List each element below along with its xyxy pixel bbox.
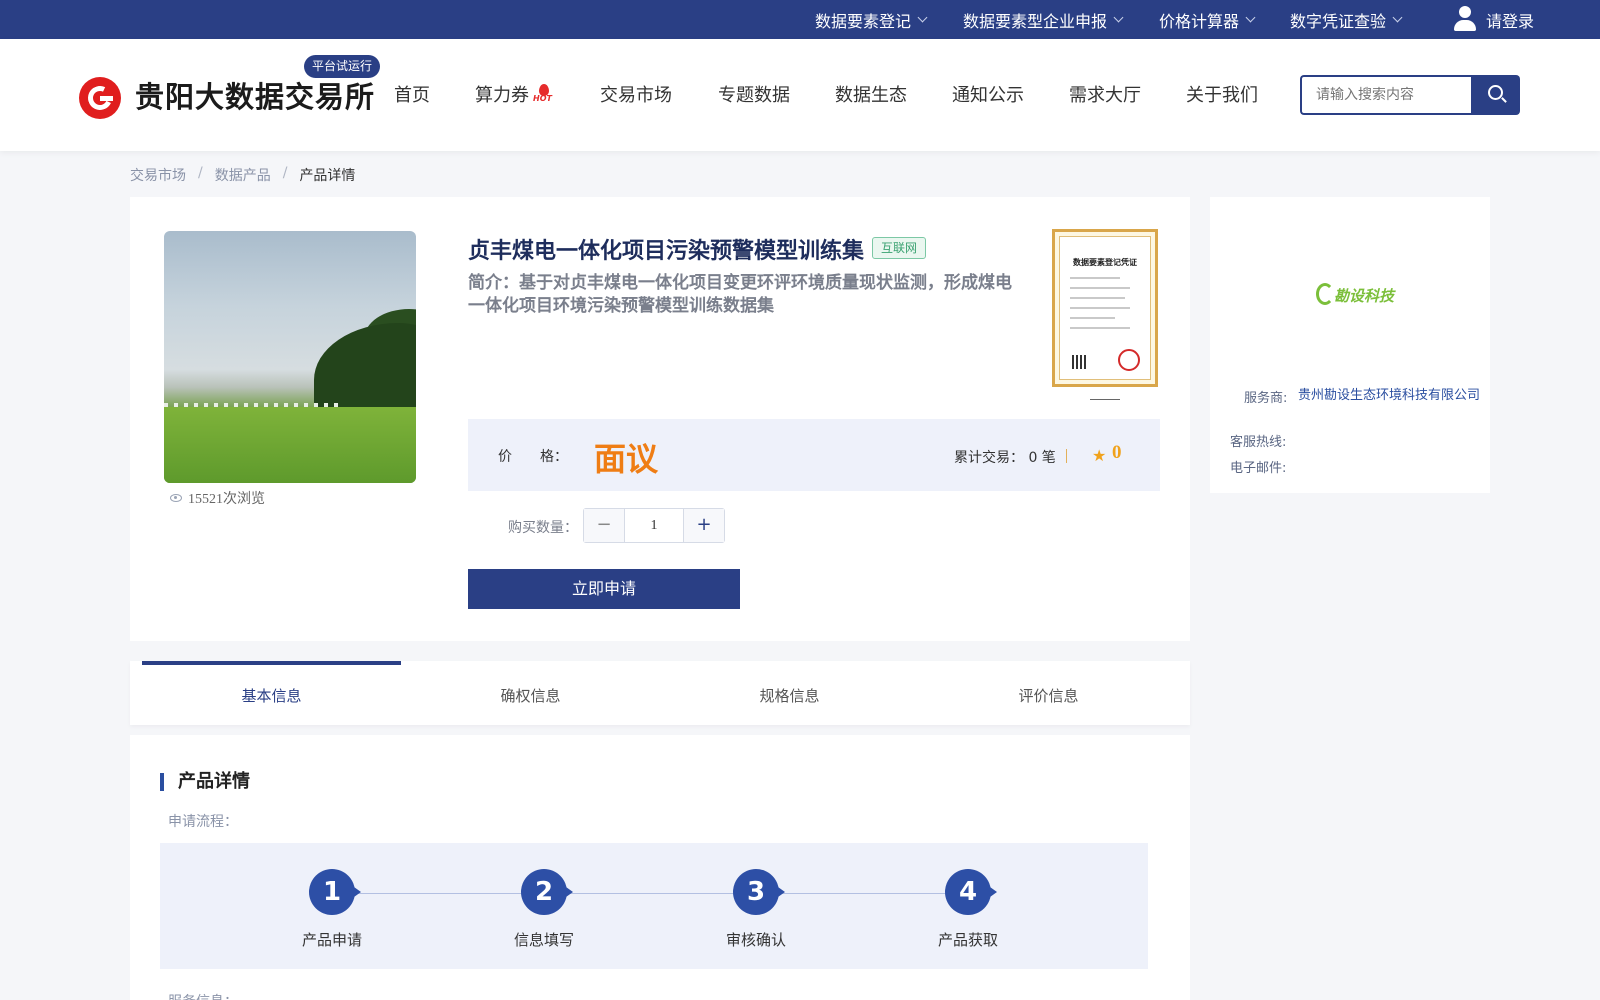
detail-tabs: 基本信息 确权信息 规格信息 评价信息 xyxy=(130,661,1190,725)
hotline-row: 客服热线: xyxy=(1210,431,1490,451)
step-number: 4 xyxy=(945,869,997,915)
breadcrumb: 交易市场 / 数据产品 / 产品详情 xyxy=(130,165,356,185)
breadcrumb-market[interactable]: 交易市场 xyxy=(130,165,186,185)
trade-count: 累计交易： 0 笔 xyxy=(954,450,1056,466)
view-count: 15521次浏览 xyxy=(170,488,265,508)
quantity-stepper: − 1 + xyxy=(583,508,725,543)
eye-icon xyxy=(170,494,182,502)
step-number: 2 xyxy=(521,869,573,915)
product-image xyxy=(164,231,416,483)
increase-button[interactable]: + xyxy=(683,509,724,542)
menu-label: 数据要素登记 xyxy=(815,11,912,31)
application-flow: 1 产品申请 2 信息填写 3 审核确认 4 产品获取 xyxy=(160,843,1148,969)
flow-step: 4 产品获取 xyxy=(908,869,1028,950)
menu-label: 数字凭证查验 xyxy=(1290,11,1387,31)
main-header: 贵阳大数据交易所 平台试运行 首页 算力券 HOT 交易市场 专题数据 数据生态… xyxy=(0,39,1600,151)
search-button[interactable] xyxy=(1471,75,1520,115)
product-card: 15521次浏览 贞丰煤电一体化项目污染预警模型训练集 互联网 简介：基于对贞丰… xyxy=(130,197,1190,641)
email-row: 电子邮件: xyxy=(1210,457,1490,477)
logo-icon[interactable] xyxy=(79,77,121,119)
search-input[interactable] xyxy=(1300,75,1471,115)
qr-code-icon xyxy=(1072,355,1086,369)
chevron-down-icon xyxy=(917,12,928,23)
provider-name[interactable]: 贵州勘设生态环境科技有限公司 xyxy=(1298,387,1484,404)
registration-certificate[interactable]: 数据要素登记凭证 xyxy=(1052,229,1158,387)
flow-label: 申请流程： xyxy=(168,814,238,830)
user-icon[interactable] xyxy=(1453,6,1477,32)
certificate-indicator xyxy=(1090,399,1120,400)
price-value: 面议 xyxy=(594,440,659,478)
flow-connector xyxy=(332,893,972,894)
step-label: 信息填写 xyxy=(513,931,574,949)
decrease-button[interactable]: − xyxy=(584,509,625,542)
tab-spec-info[interactable]: 规格信息 xyxy=(660,661,919,725)
chevron-down-icon xyxy=(1113,12,1124,23)
tab-basic-info[interactable]: 基本信息 xyxy=(142,661,401,725)
price-label: 价 格： xyxy=(498,449,568,465)
quantity-value[interactable]: 1 xyxy=(625,509,683,542)
view-count-text: 15521次浏览 xyxy=(188,492,265,507)
apply-button[interactable]: 立即申请 xyxy=(468,569,740,609)
breadcrumb-current: 产品详情 xyxy=(299,168,356,184)
seal-icon xyxy=(1118,349,1140,371)
tab-ownership-info[interactable]: 确权信息 xyxy=(401,661,660,725)
hotline-label: 客服热线: xyxy=(1230,435,1287,450)
menu-price-calculator[interactable]: 价格计算器 xyxy=(1159,0,1256,39)
tab-review-info[interactable]: 评价信息 xyxy=(919,661,1178,725)
step-number: 3 xyxy=(733,869,785,915)
step-label: 产品申请 xyxy=(301,931,362,949)
nav-market[interactable]: 交易市场 xyxy=(600,81,672,107)
site-name[interactable]: 贵阳大数据交易所 xyxy=(135,74,375,116)
service-provider-card: 勘设科技 服务商: 贵州勘设生态环境科技有限公司 客服热线: 电子邮件: xyxy=(1210,197,1490,493)
menu-label: 价格计算器 xyxy=(1159,11,1240,31)
provider-logo-text: 勘设科技 xyxy=(1334,287,1395,305)
service-info-label: 服务信息： xyxy=(168,991,238,1000)
certificate-title: 数据要素登记凭证 xyxy=(1073,258,1137,267)
menu-label: 数据要素型企业申报 xyxy=(963,11,1108,31)
provider-logo: 勘设科技 xyxy=(1210,229,1490,369)
step-label: 产品获取 xyxy=(937,931,998,949)
hot-icon: HOT xyxy=(533,84,555,104)
hot-label: HOT xyxy=(533,94,552,103)
section-heading: 产品详情 xyxy=(160,773,250,791)
step-label: 审核确认 xyxy=(725,931,786,949)
quantity-label: 购买数量： xyxy=(508,520,578,536)
login-label: 请登录 xyxy=(1486,11,1535,31)
email-label: 电子邮件: xyxy=(1230,461,1287,476)
provider-label: 服务商: xyxy=(1244,391,1288,406)
product-description: 简介：基于对贞丰煤电一体化项目变更环评环境质量现状监测，形成煤电一体化项目环境污… xyxy=(468,273,1012,316)
nav-notices[interactable]: 通知公示 xyxy=(952,81,1024,107)
breadcrumb-data-products[interactable]: 数据产品 xyxy=(215,165,271,185)
nav-about[interactable]: 关于我们 xyxy=(1186,81,1258,107)
nav-compute-voucher[interactable]: 算力券 xyxy=(475,81,529,107)
rating-value: 0 xyxy=(1112,442,1122,463)
category-tag: 互联网 xyxy=(872,237,927,259)
nav-ecosystem[interactable]: 数据生态 xyxy=(835,81,907,107)
chevron-down-icon xyxy=(1392,12,1403,23)
flow-step: 2 信息填写 xyxy=(484,869,604,950)
menu-enterprise-apply[interactable]: 数据要素型企业申报 xyxy=(963,0,1124,39)
nav-topic-data[interactable]: 专题数据 xyxy=(718,81,790,107)
menu-voucher-check[interactable]: 数字凭证查验 xyxy=(1290,0,1403,39)
top-bar: 数据要素登记 数据要素型企业申报 价格计算器 数字凭证查验 请登录 xyxy=(0,0,1600,39)
trial-badge: 平台试运行 xyxy=(304,55,381,78)
flow-step: 1 产品申请 xyxy=(272,869,392,950)
product-title: 贞丰煤电一体化项目污染预警模型训练集 xyxy=(468,239,865,264)
nav-demand-hall[interactable]: 需求大厅 xyxy=(1069,81,1141,107)
provider-logo-icon xyxy=(1316,283,1334,305)
chevron-down-icon xyxy=(1245,12,1256,23)
product-detail-section: 产品详情 申请流程： 1 产品申请 2 信息填写 3 审核确认 4 产品获取 服… xyxy=(130,735,1190,1000)
star-icon: ★ xyxy=(1092,446,1107,465)
divider xyxy=(1066,449,1067,463)
login-link[interactable]: 请登录 xyxy=(1486,0,1534,39)
menu-data-registration[interactable]: 数据要素登记 xyxy=(815,0,928,39)
provider-row: 服务商: 贵州勘设生态环境科技有限公司 xyxy=(1210,387,1490,427)
nav-home[interactable]: 首页 xyxy=(394,81,430,107)
price-panel: 价 格： 面议 累计交易： 0 笔 ★ 0 xyxy=(468,419,1160,491)
flow-step: 3 审核确认 xyxy=(696,869,816,950)
step-number: 1 xyxy=(309,869,361,915)
